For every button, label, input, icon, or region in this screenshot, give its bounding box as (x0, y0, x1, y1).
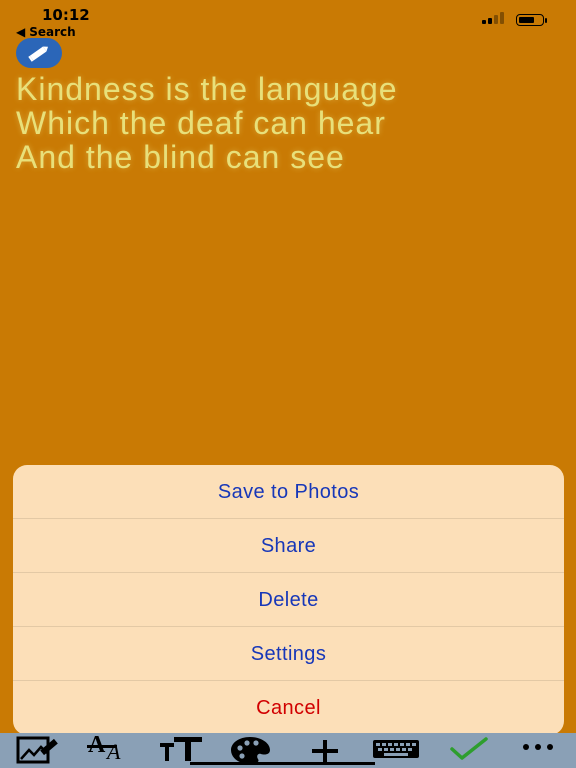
cellular-signal-icon (482, 12, 508, 24)
delete-button[interactable]: Delete (13, 573, 564, 627)
back-to-search-link[interactable]: ◀ Search (16, 25, 76, 39)
font-style-icon[interactable]: A A (85, 732, 135, 768)
status-bar: 10:12 ◀ Search (0, 0, 576, 40)
edit-button[interactable] (16, 38, 62, 68)
back-arrow-icon: ◀ (16, 25, 26, 39)
pencil-icon (28, 46, 49, 62)
save-to-photos-button[interactable]: Save to Photos (13, 465, 564, 519)
settings-button[interactable]: Settings (13, 627, 564, 681)
cancel-button[interactable]: Cancel (13, 681, 564, 735)
more-icon[interactable] (518, 733, 562, 768)
status-time: 10:12 (42, 6, 90, 24)
bottom-toolbar: A A (0, 732, 576, 768)
toolbar-divider (190, 762, 375, 765)
keyboard-icon[interactable] (370, 733, 422, 768)
checkmark-icon[interactable] (448, 733, 492, 768)
quote-text: Kindness is the language Which the deaf … (16, 72, 566, 174)
edit-image-icon[interactable] (15, 733, 61, 768)
quote-line: Kindness is the language (16, 71, 398, 107)
quote-line: Which the deaf can hear (16, 105, 386, 141)
share-button[interactable]: Share (13, 519, 564, 573)
back-link-label: Search (29, 25, 76, 39)
battery-icon (516, 14, 548, 28)
action-sheet: Save to Photos Share Delete Settings Can… (13, 465, 564, 735)
quote-line: And the blind can see (16, 139, 345, 175)
